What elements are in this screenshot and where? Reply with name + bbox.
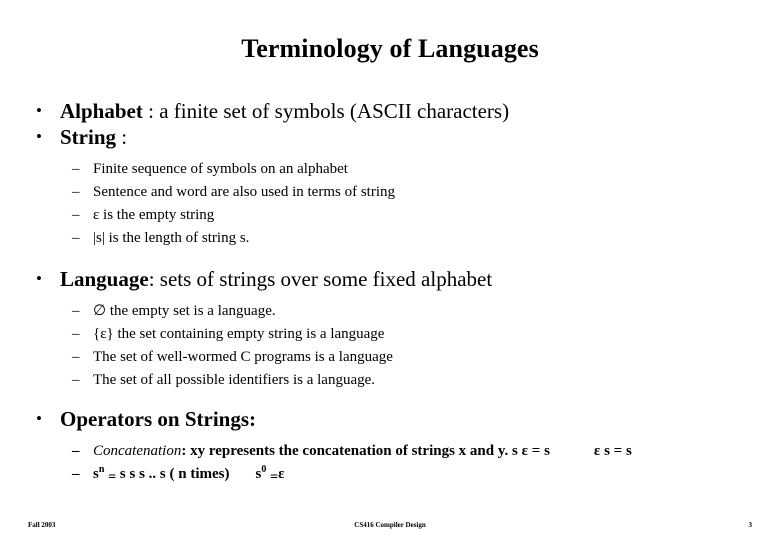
bullet-dot-icon: •	[36, 101, 42, 120]
bullet-language-text: : sets of strings over some fixed alphab…	[148, 267, 493, 291]
list-item: – The set of well-wormed C programs is a…	[0, 346, 780, 369]
concatenation-identity-2: ε s = s	[593, 443, 632, 459]
dash-icon: –	[72, 303, 80, 319]
slide-body: • Alphabet : a finite set of symbols (AS…	[0, 98, 780, 486]
bullet-alphabet: • Alphabet : a finite set of symbols (AS…	[0, 98, 780, 124]
power-exponent: n	[98, 464, 105, 475]
list-item-label: {ε} the set containing empty string is a…	[93, 326, 385, 342]
list-item-label: Finite sequence of symbols on an alphabe…	[93, 161, 348, 177]
list-item: – The set of all possible identifiers is…	[0, 369, 780, 392]
list-item-label: The set of all possible identifiers is a…	[93, 372, 376, 388]
bullet-operators-term: Operators on Strings:	[60, 407, 256, 431]
power-equals: =	[108, 470, 117, 485]
dash-icon: –	[72, 466, 80, 482]
power-exponent-zero: 0	[261, 464, 267, 475]
dash-icon: –	[72, 443, 80, 459]
concatenation-colon: :	[181, 443, 191, 459]
list-item-concatenation: – Concatenation: xy represents the concat…	[0, 440, 780, 463]
dash-icon: –	[72, 207, 80, 223]
list-item: – {ε} the set containing empty string is…	[0, 323, 780, 346]
bullet-language: • Language: sets of strings over some fi…	[0, 266, 780, 292]
bullet-string-term: String	[60, 125, 117, 149]
page-title: Terminology of Languages	[241, 34, 539, 63]
list-item-label: The set of well-wormed C programs is a l…	[93, 349, 393, 365]
slide-footer: Fall 2003 CS416 Compiler Design 3	[0, 512, 780, 540]
bullet-dot-icon: •	[36, 127, 42, 146]
bullet-dot-icon: •	[36, 269, 42, 288]
list-item-label: Sentence and word are also used in terms…	[93, 184, 395, 200]
power-expansion: s s s .. s ( n times)	[116, 466, 230, 482]
slide-canvas: Terminology of Languages • Alphabet : a …	[0, 0, 780, 540]
footer-course: CS416 Compiler Design	[354, 521, 426, 529]
dash-icon: –	[72, 372, 80, 388]
bullet-alphabet-text: : a finite set of symbols (ASCII charact…	[142, 99, 510, 123]
list-item-power: – sn = s s s .. s ( n times) s0 =ε	[0, 463, 780, 486]
footer-page-number: 3	[748, 521, 753, 529]
concatenation-label: Concatenation	[93, 443, 182, 459]
bullet-operators: • Operators on Strings:	[0, 406, 780, 432]
dash-icon: –	[72, 326, 80, 342]
dash-icon: –	[72, 230, 80, 246]
list-item: – Finite sequence of symbols on an alpha…	[0, 158, 780, 181]
power-epsilon: ε	[278, 466, 285, 482]
dash-icon: –	[72, 184, 80, 200]
bullet-alphabet-term: Alphabet	[60, 99, 143, 123]
list-item-label: |s| is the length of string s.	[93, 230, 250, 246]
bullet-language-term: Language	[60, 267, 149, 291]
bullet-string: • String :	[0, 124, 780, 150]
concatenation-identity-1: s ε = s	[512, 443, 550, 459]
list-item-label: ε is the empty string	[93, 207, 215, 223]
list-item-label: ∅ the empty set is a language.	[93, 303, 276, 319]
list-item: – ε is the empty string	[0, 204, 780, 227]
list-item: – ∅ the empty set is a language.	[0, 300, 780, 323]
list-item: – Sentence and word are also used in ter…	[0, 181, 780, 204]
power-equals-zero: =	[270, 470, 279, 485]
dash-icon: –	[72, 349, 80, 365]
bullet-string-text: :	[116, 125, 128, 149]
bullet-dot-icon: •	[36, 409, 42, 428]
concatenation-text: xy represents the concatenation of strin…	[190, 443, 513, 459]
dash-icon: –	[72, 161, 80, 177]
list-item: – |s| is the length of string s.	[0, 227, 780, 250]
